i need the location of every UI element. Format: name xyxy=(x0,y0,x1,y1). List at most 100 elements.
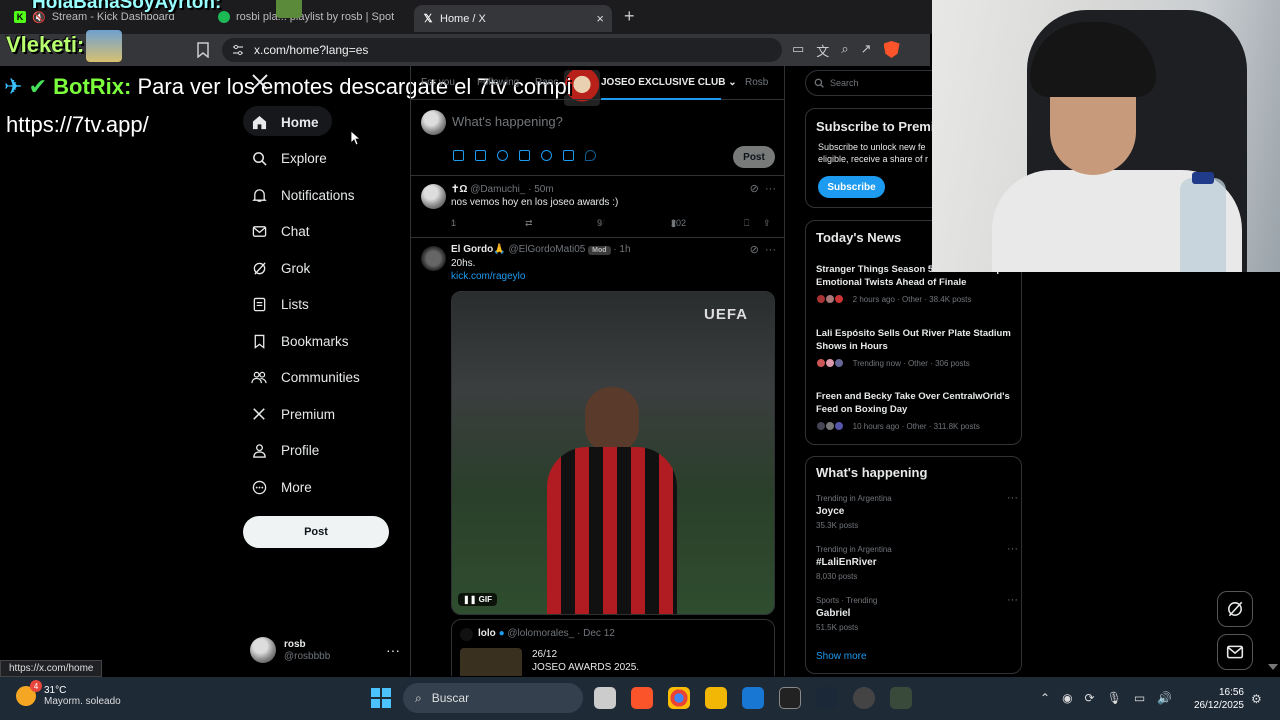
tab-ranc[interactable]: Ranc xyxy=(535,77,558,88)
search-input[interactable]: Search xyxy=(805,70,945,96)
url-field[interactable]: x.com/home?lang=es xyxy=(222,38,782,62)
epic-games-icon[interactable] xyxy=(779,687,801,709)
nav-chat[interactable]: Chat xyxy=(243,214,403,251)
task-view-icon[interactable] xyxy=(594,687,616,709)
trend-item[interactable]: Trending in Argentina #LaliEnRiver 8,030… xyxy=(816,543,1018,581)
more-icon[interactable]: ··· xyxy=(1007,543,1018,555)
translate-icon[interactable]: 文 xyxy=(816,41,829,60)
new-tab-button[interactable]: + xyxy=(624,6,635,27)
chrome-icon[interactable] xyxy=(668,687,690,709)
tab-home-x[interactable]: 𝕏 Home / X × xyxy=(414,5,612,32)
more-icon[interactable]: ··· xyxy=(765,244,776,256)
brave-shield-icon[interactable] xyxy=(883,41,900,58)
messages-floating-button[interactable] xyxy=(1217,634,1253,670)
tab-joseo-club[interactable]: JOSEO EXCLUSIVE CLUB ⌄ xyxy=(601,77,737,88)
gif-badge[interactable]: ❚❚ GIF xyxy=(458,593,497,606)
network-icon[interactable]: ▭ xyxy=(1134,691,1145,705)
grok-icon xyxy=(1228,601,1243,617)
tweet-time[interactable]: · 1h xyxy=(613,244,630,255)
bookmark-page-icon[interactable] xyxy=(196,42,210,58)
nav-grok[interactable]: Grok xyxy=(243,250,403,287)
zoom-icon[interactable]: ⌕ xyxy=(841,41,848,60)
trend-item[interactable]: Trending in Argentina Joyce 35.3K posts … xyxy=(816,492,1018,530)
tab-for-you[interactable]: For you xyxy=(421,77,455,88)
compose-input[interactable]: What's happening? xyxy=(452,114,563,129)
scroll-down-arrow-icon[interactable] xyxy=(1268,664,1278,670)
show-more-link[interactable]: Show more xyxy=(816,651,867,662)
nav-lists[interactable]: Lists xyxy=(243,287,403,324)
avatar[interactable] xyxy=(421,246,446,271)
nav-profile[interactable]: Profile xyxy=(243,433,403,470)
more-icon[interactable]: ··· xyxy=(765,183,776,195)
tweet[interactable]: ✝Ω @Damuchi_ · 50m ⊘ ··· nos vemos hoy e… xyxy=(411,176,784,238)
nav-more[interactable]: More xyxy=(243,469,403,506)
subscribe-button[interactable]: Subscribe xyxy=(818,176,885,198)
grok-icon[interactable]: ⊘ xyxy=(750,183,759,195)
taskbar-search[interactable]: ⌕ Buscar xyxy=(403,683,583,713)
tab-rosb[interactable]: Rosb xyxy=(745,77,768,88)
nav-explore[interactable]: Explore xyxy=(243,141,403,178)
gif-icon[interactable] xyxy=(475,150,486,161)
steam-icon[interactable] xyxy=(816,687,838,709)
settings-icon[interactable]: ⚙ xyxy=(1251,692,1262,706)
account-more-icon[interactable]: ··· xyxy=(386,642,400,658)
chevron-up-icon[interactable]: ⌃ xyxy=(1040,691,1050,705)
image-icon[interactable] xyxy=(453,150,464,161)
poll-icon[interactable] xyxy=(519,150,530,161)
bookmark-icon[interactable]: ⎕ xyxy=(744,218,749,229)
emoji-icon[interactable] xyxy=(541,150,552,161)
close-tab-icon[interactable]: × xyxy=(596,11,604,26)
discord-icon[interactable]: ◉ xyxy=(1062,691,1072,705)
post-button[interactable]: Post xyxy=(243,516,389,548)
nav-premium[interactable]: Premium xyxy=(243,396,403,433)
more-icon[interactable]: ··· xyxy=(1007,492,1018,504)
tab-following[interactable]: Following xyxy=(477,77,519,88)
nav-notifications[interactable]: Notifications xyxy=(243,177,403,214)
more-icon[interactable]: ··· xyxy=(1007,594,1018,606)
share-icon[interactable]: ↗ xyxy=(861,41,872,60)
schedule-icon[interactable] xyxy=(563,150,574,161)
microphone-icon[interactable]: 🎙 xyxy=(1107,691,1122,705)
tab-spotify[interactable]: rosbi pla... playlist by rosb | Spot xyxy=(218,7,408,27)
grok-floating-button[interactable] xyxy=(1217,591,1253,627)
grok-icon[interactable]: ⊘ xyxy=(750,244,759,256)
account-switcher[interactable]: rosb @rosbbbb ··· xyxy=(250,634,400,666)
trend-item[interactable]: Sports · Trending Gabriel 51.5K posts ··… xyxy=(816,594,1018,632)
sync-icon[interactable]: ⟳ xyxy=(1085,691,1095,705)
x-logo-icon[interactable] xyxy=(250,72,270,92)
location-icon[interactable] xyxy=(585,150,596,161)
tweet-gif[interactable]: UEFA ❚❚ GIF xyxy=(451,291,775,615)
tweet-author-handle[interactable]: @Damuchi_ xyxy=(470,184,525,195)
brave-browser-icon[interactable] xyxy=(631,687,653,709)
news-headline: Freen and Becky Take Over CentralwOrld's… xyxy=(816,391,1010,415)
windows-start-icon[interactable] xyxy=(371,688,391,708)
tweet-author-handle[interactable]: @ElGordoMati05 xyxy=(508,244,585,255)
nav-label: Home xyxy=(281,114,319,130)
news-item[interactable]: Lali Espósito Sells Out River Plate Stad… xyxy=(816,328,1016,368)
bottle-cap xyxy=(1192,172,1214,184)
share-icon[interactable]: ⇪ xyxy=(763,218,771,229)
tweet-author-name[interactable]: El Gordo🙏 xyxy=(451,244,506,255)
tweet-time[interactable]: · 50m xyxy=(528,184,554,195)
tweet-link[interactable]: kick.com/rageylo xyxy=(451,271,525,282)
site-info-icon[interactable] xyxy=(232,44,244,56)
nav-bookmarks[interactable]: Bookmarks xyxy=(243,323,403,360)
app-icon[interactable] xyxy=(890,687,912,709)
tweet-author-name[interactable]: ✝Ω xyxy=(451,184,467,195)
repost-icon[interactable]: ⇄ xyxy=(525,218,533,229)
avatar[interactable] xyxy=(421,184,446,209)
weather-widget[interactable]: 4 31°C Mayorm. soleado xyxy=(16,680,121,707)
file-explorer-icon[interactable] xyxy=(705,687,727,709)
microsoft-store-icon[interactable] xyxy=(742,687,764,709)
volume-icon[interactable]: 🔊 xyxy=(1157,691,1172,705)
news-item[interactable]: Freen and Becky Take Over CentralwOrld's… xyxy=(816,391,1016,431)
obs-icon[interactable] xyxy=(853,687,875,709)
nav-home[interactable]: Home xyxy=(243,104,403,141)
quoted-tweet[interactable]: lolo ● @lolomorales_ · Dec 12 26/12 JOSE… xyxy=(451,619,775,676)
cast-icon[interactable]: ▭ xyxy=(792,41,804,60)
system-clock[interactable]: 16:56 26/12/2025 xyxy=(1192,686,1244,712)
compose-post-button[interactable]: Post xyxy=(733,146,775,168)
like-count: 9 xyxy=(597,218,603,228)
grok-icon[interactable] xyxy=(497,150,508,161)
nav-communities[interactable]: Communities xyxy=(243,360,403,397)
